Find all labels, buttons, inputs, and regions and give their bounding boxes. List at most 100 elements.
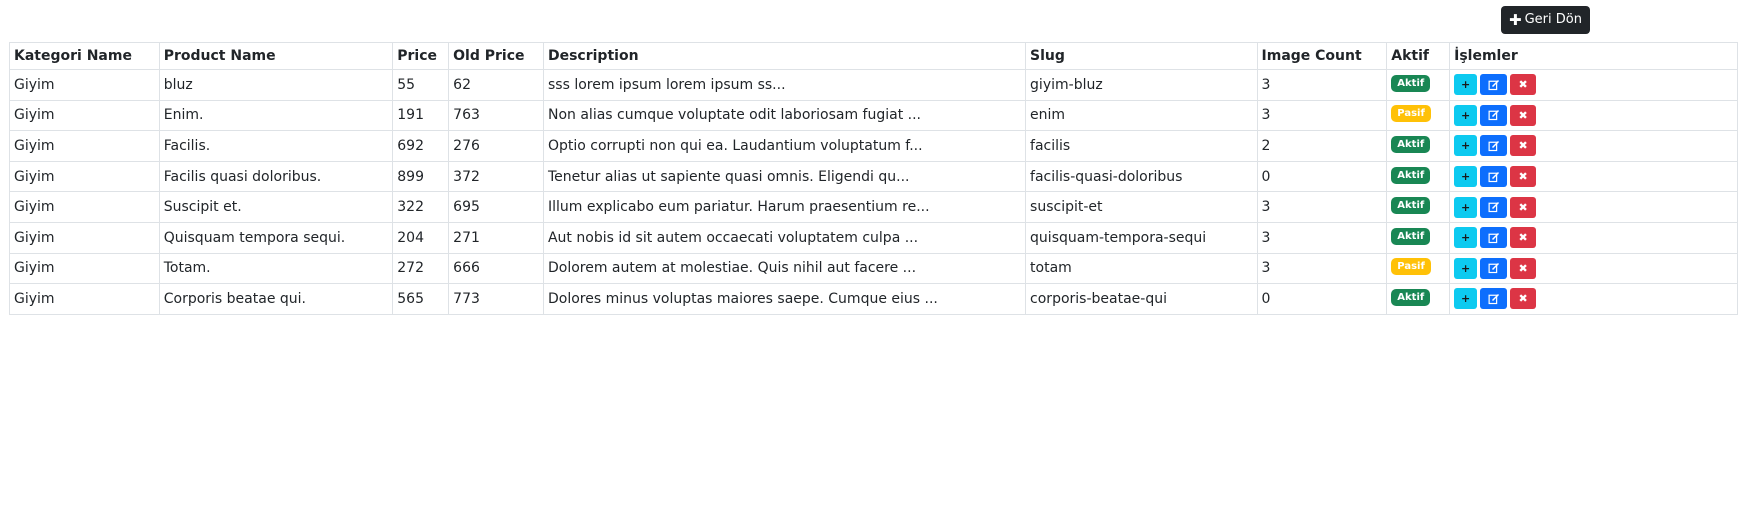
cell-image-count: 0 (1256, 160, 1388, 193)
cell-old-price: 372 (448, 160, 544, 193)
table-row: Giyim bluz 55 62 sss lorem ipsum lorem ipsum… (9, 69, 1738, 101)
delete-button[interactable]: ✖ (1510, 135, 1537, 157)
cell-category: Giyim (9, 252, 160, 285)
cell-product-name: Facilis quasi doloribus. (158, 160, 394, 193)
column-header-description: Description (542, 42, 1027, 70)
back-button-label: Geri Dön (1524, 12, 1582, 27)
cell-price: 565 (392, 283, 450, 315)
plus-icon: ✚ (1509, 10, 1522, 29)
cell-slug: suscipit-et (1025, 191, 1258, 223)
cell-actions: + ✖ (1449, 191, 1738, 223)
delete-button[interactable]: ✖ (1510, 196, 1537, 218)
edit-icon (1488, 202, 1499, 213)
edit-button[interactable] (1480, 74, 1508, 96)
table-row: Giyim Facilis quasi doloribus. 899 372 Tenet… (9, 160, 1738, 193)
cell-status: Aktif (1386, 69, 1451, 101)
cell-old-price: 666 (448, 252, 544, 285)
edit-icon (1488, 110, 1499, 121)
cell-description: sss lorem ipsum lorem ipsum ss... (542, 69, 1027, 101)
table-row: Giyim Corporis beatae qui. 565 773 Dolores m… (9, 283, 1738, 315)
cell-actions: + ✖ (1449, 252, 1738, 285)
cell-description: Non alias cumque voluptate odit laborios… (542, 99, 1027, 132)
cell-price: 191 (392, 99, 450, 132)
cell-slug: totam (1025, 252, 1258, 285)
edit-icon (1488, 171, 1499, 182)
table-row: Giyim Totam. 272 666 Dolorem autem at molest… (9, 252, 1738, 285)
status-badge: Aktif (1391, 197, 1431, 215)
cell-status: Pasif (1386, 99, 1451, 132)
table-row: Giyim Quisquam tempora sequi. 204 271 Aut no… (9, 221, 1738, 254)
add-button[interactable]: + (1454, 196, 1478, 218)
cell-slug: corporis-beatae-qui (1025, 283, 1258, 315)
cell-description: Dolores minus voluptas maiores saepe. Cu… (542, 283, 1027, 315)
edit-button[interactable] (1480, 104, 1508, 126)
cell-category: Giyim (9, 130, 160, 162)
cell-product-name: Enim. (158, 99, 394, 132)
edit-icon (1488, 263, 1499, 274)
cell-description: Optio corrupti non qui ea. Laudantium vo… (542, 130, 1027, 162)
status-badge: Pasif (1391, 105, 1431, 123)
cell-status: Aktif (1386, 191, 1451, 223)
cell-price: 55 (392, 69, 450, 101)
column-header-old-price: Old Price (448, 42, 544, 70)
cell-product-name: Corporis beatae qui. (158, 283, 394, 315)
add-button[interactable]: + (1454, 288, 1478, 310)
add-button[interactable]: + (1454, 257, 1478, 279)
back-button[interactable]: ✚ Geri Dön (1501, 6, 1590, 34)
table-row: Giyim Facilis. 692 276 Optio corrupti non qu… (9, 130, 1738, 162)
delete-button[interactable]: ✖ (1510, 227, 1537, 249)
cell-image-count: 3 (1256, 221, 1388, 254)
cell-status: Aktif (1386, 130, 1451, 162)
cell-actions: + ✖ (1449, 130, 1738, 162)
status-badge: Aktif (1391, 135, 1431, 153)
delete-button[interactable]: ✖ (1510, 257, 1537, 279)
cell-actions: + ✖ (1449, 69, 1738, 101)
status-badge: Aktif (1391, 288, 1431, 306)
table-row: Giyim Suscipit et. 322 695 Illum explicabo e… (9, 191, 1738, 223)
delete-button[interactable]: ✖ (1510, 288, 1537, 310)
delete-button[interactable]: ✖ (1510, 74, 1537, 96)
edit-button[interactable] (1480, 257, 1508, 279)
cell-category: Giyim (9, 69, 160, 101)
cell-price: 204 (392, 221, 450, 254)
cell-description: Illum explicabo eum pariatur. Harum prae… (542, 191, 1027, 223)
column-header-actions: İşlemler (1449, 42, 1738, 70)
edit-button[interactable] (1480, 288, 1508, 310)
add-button[interactable]: + (1454, 166, 1478, 188)
cell-category: Giyim (9, 99, 160, 132)
edit-button[interactable] (1480, 196, 1508, 218)
delete-button[interactable]: ✖ (1510, 104, 1537, 126)
cell-category: Giyim (9, 160, 160, 193)
cell-category: Giyim (9, 283, 160, 315)
cell-slug: facilis (1025, 130, 1258, 162)
edit-button[interactable] (1480, 135, 1508, 157)
column-header-price: Price (392, 42, 450, 70)
status-badge: Aktif (1391, 166, 1431, 184)
cell-old-price: 62 (448, 69, 544, 101)
add-button[interactable]: + (1454, 227, 1478, 249)
cell-old-price: 276 (448, 130, 544, 162)
cell-status: Aktif (1386, 283, 1451, 315)
status-badge: Aktif (1391, 74, 1431, 92)
cell-image-count: 3 (1256, 69, 1388, 101)
cell-image-count: 2 (1256, 130, 1388, 162)
cell-image-count: 0 (1256, 283, 1388, 315)
add-button[interactable]: + (1454, 74, 1478, 96)
cell-status: Aktif (1386, 221, 1451, 254)
edit-icon (1488, 140, 1499, 152)
cell-old-price: 763 (448, 99, 544, 132)
delete-button[interactable]: ✖ (1510, 166, 1537, 188)
add-button[interactable]: + (1454, 135, 1478, 157)
edit-button[interactable] (1480, 227, 1508, 249)
cell-price: 692 (392, 130, 450, 162)
cell-category: Giyim (9, 191, 160, 223)
edit-icon (1488, 293, 1499, 305)
edit-button[interactable] (1480, 166, 1508, 188)
cell-price: 272 (392, 252, 450, 285)
add-button[interactable]: + (1454, 104, 1478, 126)
column-header-image-count: Image Count (1256, 42, 1388, 70)
cell-image-count: 3 (1256, 99, 1388, 132)
products-table: Kategori Name Product Name Price Old Pri… (9, 42, 1738, 315)
table-header-row: Kategori Name Product Name Price Old Pri… (9, 42, 1738, 70)
cell-category: Giyim (9, 221, 160, 254)
